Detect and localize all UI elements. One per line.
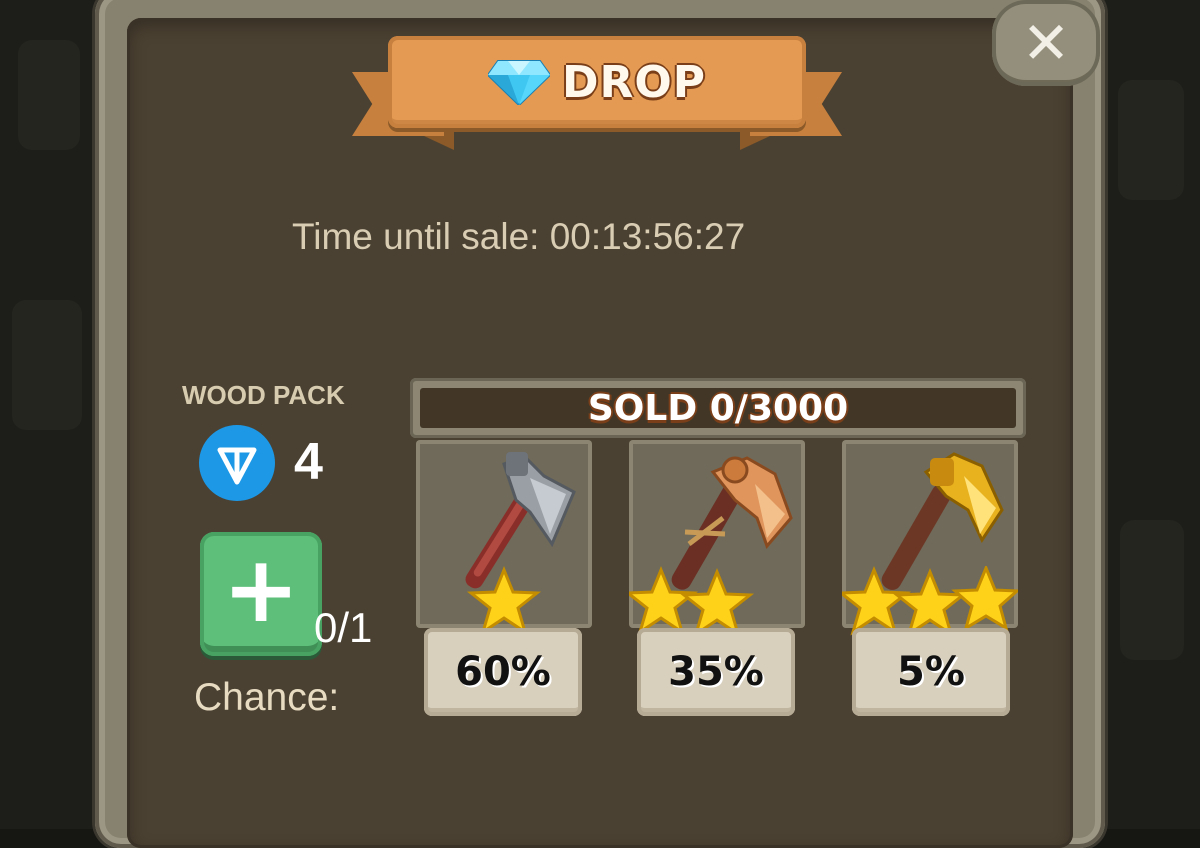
- pack-price: 4: [294, 433, 323, 491]
- title-plaque: DROP: [388, 36, 806, 128]
- star-rating: [842, 566, 1018, 636]
- background-rock: [1118, 80, 1184, 200]
- pack-label: WOOD PACK: [182, 380, 345, 410]
- pack-count: 0/1: [314, 604, 373, 651]
- chance-label: Chance:: [194, 676, 340, 719]
- plus-icon: +: [222, 536, 300, 643]
- close-button[interactable]: ✕: [992, 0, 1100, 86]
- chance-box: 35%: [637, 628, 795, 716]
- background-rock: [1120, 520, 1184, 660]
- star-rating: [629, 566, 755, 636]
- diamond-gem-icon: [487, 60, 550, 105]
- sold-counter: SOLD 0/3000: [587, 387, 849, 429]
- close-x-icon: ✕: [1021, 9, 1071, 77]
- star-rating: [466, 566, 542, 636]
- dialog-title: DROP: [561, 56, 707, 108]
- chance-box: 5%: [852, 628, 1010, 716]
- item-card-copper-axe[interactable]: [629, 440, 805, 636]
- chance-box: 60%: [424, 628, 582, 716]
- sold-progress-bar: SOLD 0/3000: [410, 378, 1026, 438]
- chance-value: 60%: [455, 649, 551, 695]
- item-card-iron-axe[interactable]: [416, 440, 592, 636]
- chance-value: 35%: [668, 649, 764, 695]
- title-banner: DROP: [352, 30, 842, 150]
- background-rock: [12, 300, 82, 430]
- item-card-golden-axe[interactable]: [842, 440, 1018, 636]
- background-rock: [18, 40, 80, 150]
- add-pack-button[interactable]: +: [200, 532, 322, 656]
- ton-coin-icon: [199, 425, 275, 501]
- chance-value: 5%: [897, 649, 965, 695]
- sale-timer: Time until sale: 00:13:56:27: [292, 216, 746, 257]
